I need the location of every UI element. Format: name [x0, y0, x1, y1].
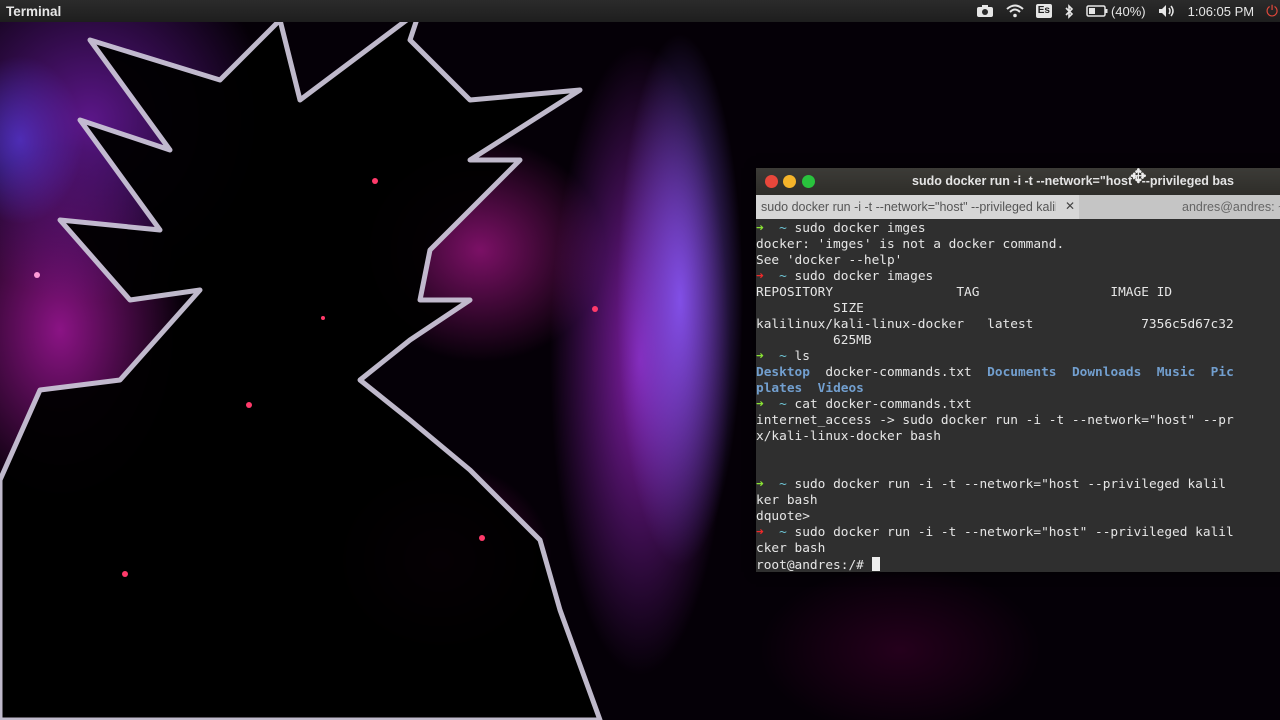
- camera-icon[interactable]: [970, 0, 1000, 22]
- battery-percent: (40%): [1110, 3, 1146, 19]
- terminal-line: ➜ ~ sudo docker run -i -t --network="hos…: [756, 477, 1280, 493]
- window-close-button[interactable]: [765, 175, 778, 188]
- terminal-line: SIZE: [756, 301, 1280, 317]
- command-text: cat docker-commands.txt: [794, 397, 972, 412]
- battery-indicator[interactable]: (40%): [1080, 0, 1152, 22]
- output-text: SIZE: [756, 301, 864, 316]
- prompt-cwd: ~: [779, 349, 795, 364]
- tab-label: andres@andres: ~: [1182, 200, 1280, 214]
- prompt-cwd: ~: [779, 269, 795, 284]
- prompt-cwd: ~: [779, 397, 795, 412]
- command-text: sudo docker imges: [794, 221, 926, 236]
- prompt-cwd: ~: [779, 525, 795, 540]
- output-text: See 'docker --help': [756, 253, 903, 268]
- terminal-line: ➜ ~ sudo docker run -i -t --network="hos…: [756, 525, 1280, 541]
- terminal-line: 625MB: [756, 333, 1280, 349]
- terminal-line: root@andres:/#: [756, 557, 1280, 572]
- output-text: cker bash: [756, 541, 826, 556]
- output-text: dquote>: [756, 509, 810, 524]
- command-text: sudo docker images: [794, 269, 934, 284]
- command-text: sudo docker run -i -t --network="host --…: [794, 477, 1226, 492]
- battery-icon: [1086, 5, 1108, 17]
- terminal-output[interactable]: ➜ ~ sudo docker imges docker: 'imges' is …: [756, 219, 1280, 572]
- ls-entry: Videos: [817, 381, 864, 396]
- prompt-arrow-icon: ➜: [756, 397, 780, 412]
- keyboard-layout-indicator[interactable]: Es: [1030, 0, 1058, 22]
- volume-icon[interactable]: [1152, 0, 1182, 22]
- output-text: kalilinux/kali-linux-docker latest 7356c…: [756, 317, 1234, 332]
- wifi-icon[interactable]: [1000, 0, 1030, 22]
- terminal-tab-bar: sudo docker run -i -t --network="host" -…: [756, 195, 1280, 219]
- prompt-cwd: ~: [779, 477, 795, 492]
- prompt-arrow-icon: ➜: [756, 525, 780, 540]
- text-cursor: [871, 557, 880, 571]
- output-text: ker bash: [756, 493, 818, 508]
- prompt-arrow-icon: ➜: [756, 269, 780, 284]
- terminal-line: dquote>: [756, 509, 1280, 525]
- terminal-line: ➜ ~ ls: [756, 349, 1280, 365]
- prompt-arrow-icon: ➜: [756, 349, 780, 364]
- ls-entry: docker-commands.txt: [825, 365, 972, 380]
- indicator-area: Es (40%) 1:06:05 PM ⏻: [970, 0, 1280, 22]
- ls-entry: Desktop: [756, 365, 810, 380]
- terminal-line: Desktop docker-commands.txt Documents Do…: [756, 365, 1280, 381]
- prompt-arrow-icon: ➜: [756, 477, 780, 492]
- terminal-line: x/kali-linux-docker bash: [756, 429, 1280, 445]
- terminal-line: ➜ ~ sudo docker images: [756, 269, 1280, 285]
- tab-andres-home[interactable]: andres@andres: ~: [1079, 195, 1280, 219]
- terminal-line: REPOSITORY TAG IMAGE ID: [756, 285, 1280, 301]
- ls-entry: Downloads: [1071, 365, 1142, 380]
- window-maximize-button[interactable]: [802, 175, 815, 188]
- ls-entry: plates: [756, 381, 803, 396]
- terminal-line: kalilinux/kali-linux-docker latest 7356c…: [756, 317, 1280, 333]
- terminal-window[interactable]: sudo docker run -i -t --network="host" -…: [756, 168, 1280, 572]
- output-text: root@andres:/#: [756, 558, 872, 572]
- terminal-line: ker bash: [756, 493, 1280, 509]
- output-text: internet_access -> sudo docker run -i -t…: [756, 413, 1234, 428]
- output-text: REPOSITORY TAG IMAGE ID: [756, 285, 1203, 300]
- ls-entry: Pic: [1210, 365, 1234, 380]
- output-text: 625MB: [756, 333, 872, 348]
- tab-label: sudo docker run -i -t --network="host" -…: [761, 200, 1056, 214]
- ls-entry: Documents: [987, 365, 1057, 380]
- terminal-titlebar[interactable]: sudo docker run -i -t --network="host" -…: [756, 168, 1280, 195]
- terminal-line: ➜ ~ sudo docker imges: [756, 221, 1280, 237]
- terminal-line: See 'docker --help': [756, 253, 1280, 269]
- power-icon[interactable]: ⏻: [1260, 0, 1280, 22]
- window-title: sudo docker run -i -t --network="host" -…: [912, 174, 1234, 188]
- move-cursor-icon: ✥: [1130, 168, 1147, 188]
- top-panel: Terminal Es (40%) 1:06:05 PM ⏻: [0, 0, 1280, 22]
- prompt-arrow-icon: ➜: [756, 221, 780, 236]
- window-minimize-button[interactable]: [783, 175, 796, 188]
- output-text: x/kali-linux-docker bash: [756, 429, 941, 444]
- terminal-line: ➜ ~ cat docker-commands.txt: [756, 397, 1280, 413]
- bluetooth-icon[interactable]: [1058, 0, 1080, 22]
- terminal-line: plates Videos: [756, 381, 1280, 397]
- output-text: docker: 'imges' is not a docker command.: [756, 237, 1065, 252]
- command-text: sudo docker run -i -t --network="host" -…: [794, 525, 1234, 540]
- keyboard-layout-label: Es: [1035, 4, 1052, 18]
- terminal-line: docker: 'imges' is not a docker command.: [756, 237, 1280, 253]
- tab-close-icon[interactable]: ✕: [1065, 199, 1075, 213]
- terminal-line: cker bash: [756, 541, 1280, 557]
- clock[interactable]: 1:06:05 PM: [1182, 0, 1261, 22]
- ls-entry: Music: [1156, 365, 1196, 380]
- terminal-line: internet_access -> sudo docker run -i -t…: [756, 413, 1280, 429]
- command-text: ls: [794, 349, 810, 364]
- tab-docker-run[interactable]: sudo docker run -i -t --network="host" -…: [756, 195, 1079, 219]
- active-app-title[interactable]: Terminal: [6, 4, 61, 19]
- prompt-cwd: ~: [779, 221, 795, 236]
